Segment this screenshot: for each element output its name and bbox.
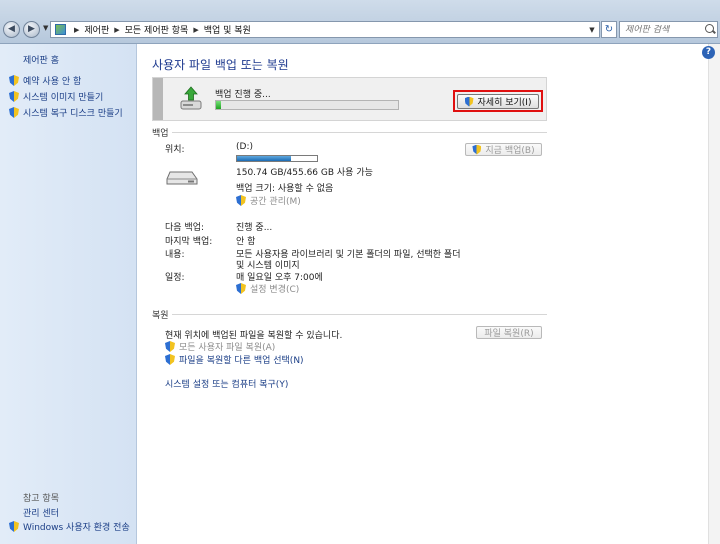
chevron-right-icon[interactable]: ▶	[114, 26, 119, 34]
progress-fill	[216, 101, 222, 109]
shield-icon	[9, 91, 19, 102]
forward-arrow-icon: ▶	[28, 24, 35, 34]
view-details-button[interactable]: 자세히 보기(I)	[457, 94, 539, 109]
control-panel-icon	[55, 24, 66, 35]
manage-space-label: 공간 관리(M)	[250, 197, 301, 207]
search-input[interactable]	[625, 24, 703, 35]
panel-stripe	[153, 78, 163, 120]
next-backup-value: 진행 중...	[236, 223, 273, 233]
backup-size-text: 백업 크기: 사용할 수 없음	[236, 184, 334, 194]
next-backup-label: 다음 백업:	[165, 223, 205, 233]
schedule-label: 일정:	[165, 273, 185, 283]
refresh-button[interactable]: ↻	[601, 21, 617, 38]
backup-divider	[172, 132, 547, 133]
navigation-bar: ◀ ▶ ▼ ▶ 제어판 ▶ 모든 제어판 항목 ▶ 백업 및 복원 ▼ ↻	[0, 0, 720, 44]
search-icon[interactable]	[705, 24, 714, 33]
shield-icon	[165, 341, 175, 352]
restore-divider	[172, 314, 547, 315]
hard-drive-icon	[166, 171, 198, 185]
sidebar-item-label: 시스템 복구 디스크 만들기	[23, 109, 123, 119]
restore-files-label: 파일 복원(R)	[484, 329, 534, 339]
sidebar-item-disable-schedule[interactable]: 예약 사용 안 함	[9, 74, 81, 87]
shield-icon	[9, 75, 19, 86]
view-details-label: 자세히 보기(I)	[477, 98, 532, 108]
backup-now-label: 지금 백업(B)	[485, 146, 535, 156]
free-space-text: 150.74 GB/455.66 GB 사용 가능	[236, 168, 373, 178]
shield-icon	[236, 283, 246, 294]
progress-label: 백업 진행 중...	[215, 90, 271, 100]
restore-all-users-link[interactable]: 모든 사용자 파일 복원(A)	[165, 340, 275, 353]
last-backup-label: 마지막 백업:	[165, 237, 213, 247]
restore-section-heading: 복원	[152, 311, 169, 321]
select-other-backup-link[interactable]: 파일을 복원할 다른 백업 선택(N)	[165, 353, 304, 366]
action-center-link[interactable]: 관리 센터	[23, 506, 59, 519]
sidebar-item-label: Windows 사용자 환경 전송	[23, 523, 130, 533]
select-other-backup-label: 파일을 복원할 다른 백업 선택(N)	[179, 356, 304, 366]
shield-icon	[464, 96, 474, 107]
back-button[interactable]: ◀	[3, 21, 20, 38]
recent-pages-dropdown-icon[interactable]: ▼	[43, 24, 48, 32]
address-dropdown-icon[interactable]: ▼	[585, 26, 599, 34]
help-icon[interactable]: ?	[702, 46, 715, 59]
breadcrumb-backup-restore[interactable]: 백업 및 복원	[204, 23, 251, 36]
backup-now-button[interactable]: 지금 백업(B)	[465, 143, 542, 156]
shield-icon	[165, 354, 175, 365]
drive-usage-bar	[236, 155, 318, 162]
sidebar-item-create-repair-disc[interactable]: 시스템 복구 디스크 만들기	[9, 106, 123, 119]
sidebar-home-link[interactable]: 제어판 홈	[23, 53, 59, 66]
manage-space-link[interactable]: 공간 관리(M)	[236, 194, 301, 207]
change-settings-link[interactable]: 설정 변경(C)	[236, 282, 299, 295]
chevron-right-icon[interactable]: ▶	[193, 26, 198, 34]
restore-files-button[interactable]: 파일 복원(R)	[476, 326, 542, 339]
sidebar-item-label: 시스템 이미지 만들기	[23, 93, 104, 103]
backup-section-heading: 백업	[152, 129, 169, 139]
location-value: (D:)	[236, 142, 253, 152]
windows-easy-transfer-link[interactable]: Windows 사용자 환경 전송	[9, 520, 130, 533]
backup-restore-window: ◀ ▶ ▼ ▶ 제어판 ▶ 모든 제어판 항목 ▶ 백업 및 복원 ▼ ↻ 제어…	[0, 0, 720, 544]
contents-label: 내용:	[165, 250, 185, 260]
back-arrow-icon: ◀	[8, 24, 15, 34]
refresh-icon: ↻	[604, 24, 614, 35]
sidebar: 제어판 홈 예약 사용 안 함 시스템 이미지 만들기 시스템 복구 디스크 만…	[0, 44, 137, 544]
shield-icon	[236, 195, 246, 206]
see-also-heading: 참고 항목	[23, 494, 59, 504]
last-backup-value: 안 함	[236, 237, 256, 247]
breadcrumb-control-panel[interactable]: 제어판	[84, 23, 109, 36]
recover-system-link[interactable]: 시스템 설정 또는 컴퓨터 복구(Y)	[165, 377, 288, 390]
search-box[interactable]	[619, 21, 718, 38]
shield-icon	[9, 521, 19, 532]
chevron-right-icon[interactable]: ▶	[74, 26, 79, 34]
main-content: 사용자 파일 백업 또는 복원 백업 진행 중... 자세히 보기(I) 백업 …	[138, 44, 708, 544]
restore-all-users-label: 모든 사용자 파일 복원(A)	[179, 343, 276, 353]
change-settings-label: 설정 변경(C)	[250, 285, 300, 295]
shield-icon	[472, 144, 482, 155]
sidebar-item-create-system-image[interactable]: 시스템 이미지 만들기	[9, 90, 103, 103]
forward-button[interactable]: ▶	[23, 21, 40, 38]
breadcrumb-all-items[interactable]: 모든 제어판 항목	[125, 23, 189, 36]
drive-usage-fill	[237, 156, 291, 161]
address-bar[interactable]: ▶ 제어판 ▶ 모든 제어판 항목 ▶ 백업 및 복원 ▼	[50, 21, 600, 38]
location-label: 위치:	[165, 145, 185, 155]
backup-progress-panel: 백업 진행 중... 자세히 보기(I)	[152, 77, 547, 121]
vertical-scrollbar[interactable]	[708, 44, 720, 544]
backup-progress-bar	[215, 100, 399, 110]
shield-icon	[9, 107, 19, 118]
page-title: 사용자 파일 백업 또는 복원	[152, 58, 289, 72]
backup-icon	[180, 86, 202, 110]
sidebar-item-label: 예약 사용 안 함	[23, 77, 82, 87]
